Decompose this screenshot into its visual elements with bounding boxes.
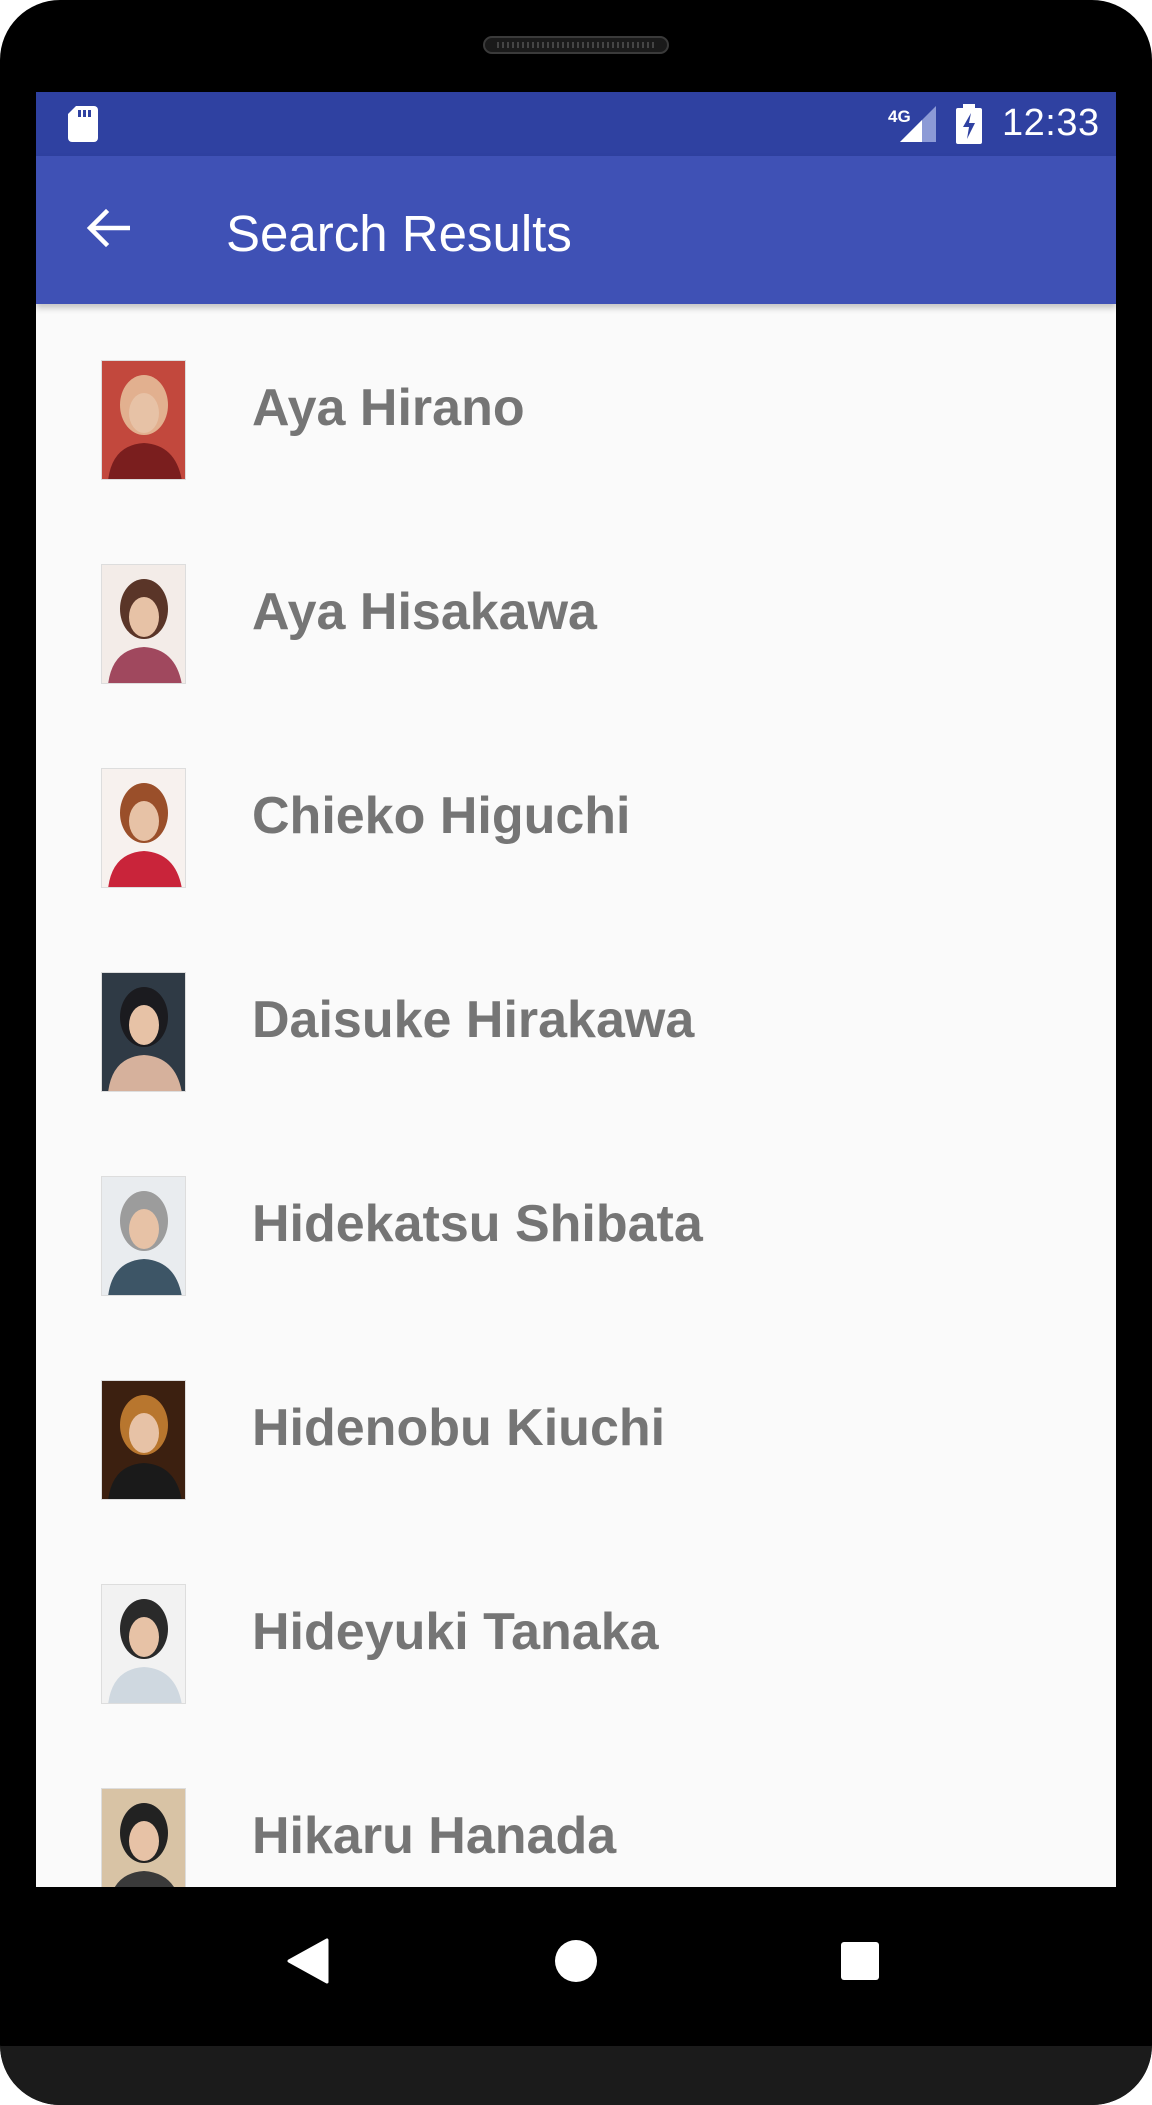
list-item-name: Chieko Higuchi [252,787,631,845]
search-results-list: Aya Hirano Aya Hisakawa Chieko Higuchi Dais… [36,304,1116,1887]
back-button[interactable] [76,198,140,262]
nav-recents-button[interactable] [820,1923,900,2003]
avatar [101,768,186,888]
screen: 4G 12:33 Search Results Aya Hirano Aya H… [36,92,1116,1887]
network-type-label: 4G [888,107,911,126]
list-item[interactable]: Hidenobu Kiuchi [36,1324,1116,1528]
app-bar: Search Results [36,156,1116,304]
list-item[interactable]: Hikaru Hanada [36,1732,1116,1887]
nav-home-icon [554,1939,598,1988]
avatar [101,1380,186,1500]
avatar [101,1788,186,1887]
nav-recents-icon [840,1941,880,1986]
page-title: Search Results [226,205,572,262]
list-item-name: Hidekatsu Shibata [252,1195,703,1253]
avatar [101,564,186,684]
arrow-back-icon [86,206,131,255]
device-frame: 4G 12:33 Search Results Aya Hirano Aya H… [0,0,1152,2105]
speaker-grille [483,36,669,54]
status-time: 12:33 [1002,102,1100,144]
signal-icon: 4G [888,104,936,149]
avatar [101,360,186,480]
list-item[interactable]: Aya Hirano [36,304,1116,508]
nav-back-icon [287,1938,329,1989]
list-item-name: Hidenobu Kiuchi [252,1399,666,1457]
avatar [101,1584,186,1704]
battery-charging-icon [956,104,982,149]
avatar [101,972,186,1092]
nav-back-button[interactable] [268,1923,348,2003]
sd-card-icon [68,106,98,147]
device-bottom-edge [0,2046,1152,2105]
list-item[interactable]: Daisuke Hirakawa [36,916,1116,1120]
list-item[interactable]: Aya Hisakawa [36,508,1116,712]
status-bar: 4G 12:33 [36,92,1116,156]
list-item[interactable]: Hidekatsu Shibata [36,1120,1116,1324]
list-item[interactable]: Hideyuki Tanaka [36,1528,1116,1732]
navigation-bar [36,1887,1116,2027]
list-item-name: Hideyuki Tanaka [252,1603,659,1661]
nav-home-button[interactable] [536,1923,616,2003]
list-item-name: Hikaru Hanada [252,1807,617,1865]
avatar [101,1176,186,1296]
list-item-name: Daisuke Hirakawa [252,991,695,1049]
list-item-name: Aya Hisakawa [252,583,597,641]
list-item[interactable]: Chieko Higuchi [36,712,1116,916]
list-item-name: Aya Hirano [252,379,525,437]
